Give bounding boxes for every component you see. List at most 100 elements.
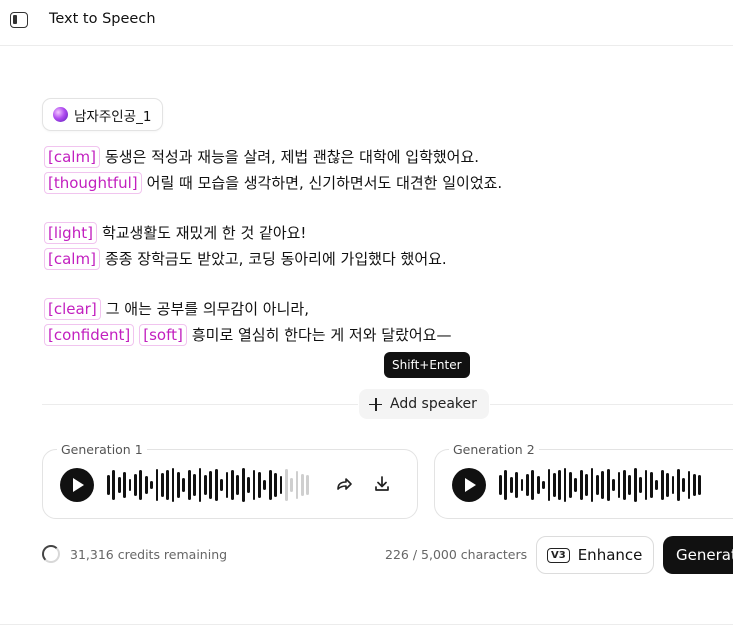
waveform-bar: [504, 470, 508, 500]
v3-badge: V3: [547, 547, 570, 563]
waveform-bar: [601, 471, 605, 499]
waveform-bar: [166, 470, 170, 500]
waveform-bar: [155, 469, 159, 501]
waveform-bar: [301, 474, 304, 496]
generation-card-1: [42, 449, 418, 519]
waveform-bar: [220, 479, 223, 491]
script-line[interactable]: [calm] 동생은 적성과 재능을 살려, 제법 괜찮은 대학에 입학했어요.: [44, 144, 724, 170]
emotion-tag[interactable]: [confident]: [44, 324, 135, 346]
script-text: 그 애는 공부를 의무감이 아니라,: [105, 300, 309, 318]
waveform-bar: [133, 474, 137, 496]
emotion-tag[interactable]: [calm]: [44, 248, 100, 270]
waveform-bar: [182, 478, 186, 492]
waveform-bar: [569, 472, 572, 498]
waveform-bar: [585, 474, 589, 496]
waveform-bar: [622, 470, 626, 500]
waveform-bar: [112, 470, 116, 500]
waveform-bar: [247, 477, 250, 493]
waveform-bar: [225, 472, 229, 498]
waveform-bar: [187, 470, 191, 500]
waveform-bar: [144, 476, 148, 494]
waveform-bar: [698, 475, 702, 495]
waveform-bar: [649, 472, 653, 498]
waveform-bar: [693, 474, 696, 496]
waveform-bar: [633, 468, 637, 502]
plus-icon: [369, 397, 382, 411]
voice-orb-icon: [53, 107, 68, 122]
script-line[interactable]: [thoughtful] 어릴 때 모습을 생각하면, 신기하면서도 대견한 일이…: [44, 170, 724, 196]
add-speaker-button[interactable]: Add speaker: [358, 388, 490, 420]
waveform-bar: [274, 473, 277, 497]
waveform-bar: [499, 475, 502, 495]
waveform-bar: [128, 479, 132, 491]
waveform-bar: [552, 473, 556, 497]
add-speaker-label: Add speaker: [390, 396, 477, 412]
waveform-bar: [676, 469, 680, 501]
script-text: 학교생활도 재밌게 한 것 같아요!: [101, 224, 307, 242]
waveform-bar: [644, 470, 648, 500]
generation-label-2: Generation 2: [449, 442, 539, 457]
waveform-bar: [531, 470, 535, 500]
emotion-tag[interactable]: [soft]: [139, 324, 187, 346]
waveform-bar: [236, 475, 240, 495]
emotion-tag[interactable]: [thoughtful]: [44, 172, 142, 194]
waveform-bar: [139, 470, 143, 500]
emotion-tag[interactable]: [clear]: [44, 298, 101, 320]
waveform-bar: [628, 475, 632, 495]
waveform-bar: [639, 477, 642, 493]
waveform-bar: [117, 477, 121, 493]
waveform-bar: [150, 481, 153, 489]
generate-button[interactable]: Generate: [663, 536, 733, 574]
waveform-bar: [198, 468, 202, 502]
waveform-bar: [279, 476, 283, 494]
waveform-bar: [171, 468, 175, 502]
emotion-tag[interactable]: [calm]: [44, 146, 100, 168]
download-icon[interactable]: [372, 474, 392, 494]
share-icon[interactable]: [334, 474, 354, 494]
script-editor[interactable]: [calm] 동생은 적성과 재능을 살려, 제법 괜찮은 대학에 입학했어요.[…: [44, 144, 724, 348]
waveform-bar: [666, 473, 669, 497]
waveform-bar: [214, 469, 218, 501]
waveform-bar: [590, 468, 594, 502]
waveform-bar: [204, 475, 207, 495]
shortcut-tooltip: Shift+Enter: [384, 352, 470, 378]
waveform-bar: [160, 473, 164, 497]
enhance-label: Enhance: [577, 546, 643, 564]
waveform-bar: [596, 475, 599, 495]
waveform-bar: [687, 471, 691, 499]
enhance-button[interactable]: V3 Enhance: [536, 536, 654, 574]
waveform-bar: [509, 477, 513, 493]
waveform-bar: [263, 480, 267, 490]
waveform-bar: [563, 468, 567, 502]
waveform-bar: [290, 478, 294, 492]
waveform-bar: [542, 481, 545, 489]
script-text: 어릴 때 모습을 생각하면, 신기하면서도 대견한 일이었죠.: [146, 174, 503, 192]
waveform-bar: [515, 472, 518, 498]
script-line[interactable]: [clear] 그 애는 공부를 의무감이 아니라,: [44, 296, 724, 322]
waveform-bar: [306, 475, 310, 495]
script-line[interactable]: [calm] 종종 장학금도 받았고, 코딩 동아리에 가입했다 했어요.: [44, 246, 724, 272]
play-button[interactable]: [60, 468, 94, 502]
waveform-bar: [209, 471, 213, 499]
script-line[interactable]: [confident] [soft] 흥미로 열심히 한다는 게 저와 달랐어요—: [44, 322, 724, 348]
waveform[interactable]: [107, 466, 310, 504]
script-line[interactable]: [light] 학교생활도 재밌게 한 것 같아요!: [44, 220, 724, 246]
bottom-divider: [0, 624, 733, 625]
script-text: 흥미로 열심히 한다는 게 저와 달랐어요—: [191, 326, 452, 344]
waveform-bar: [123, 472, 126, 498]
script-text: 동생은 적성과 재능을 살려, 제법 괜찮은 대학에 입학했어요.: [104, 148, 480, 166]
speaker-selector[interactable]: 남자주인공_1: [42, 98, 164, 131]
play-button[interactable]: [452, 468, 486, 502]
waveform[interactable]: [499, 466, 702, 504]
character-count: 226 / 5,000 characters: [385, 547, 528, 562]
sidebar-toggle-icon[interactable]: [10, 12, 28, 28]
waveform-bar: [579, 470, 583, 500]
speaker-name: 남자주인공_1: [74, 108, 152, 125]
generation-card-2: [434, 449, 733, 519]
emotion-tag[interactable]: [light]: [44, 222, 97, 244]
waveform-bar: [230, 470, 234, 500]
waveform-bar: [617, 472, 621, 498]
generation-label-1: Generation 1: [57, 442, 147, 457]
